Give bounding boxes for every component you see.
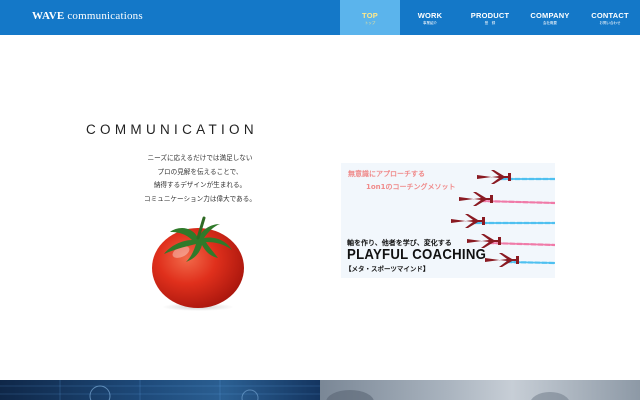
banner-title: PLAYFUL COACHING xyxy=(347,246,487,263)
copy-line: プロの見解を伝えることで、 xyxy=(157,167,243,176)
banner-line1: 無意識にアプローチする xyxy=(348,170,425,178)
logo-text: communications xyxy=(64,10,143,22)
tech-hero-image xyxy=(0,380,320,400)
intro-copy: ニーズに応えるだけでは満足しない プロの見解を伝えることで、 納得するデザインが… xyxy=(120,152,280,206)
nav-label: CONTACT xyxy=(591,11,629,20)
nav-sublabel: お問い合わせ xyxy=(599,21,621,25)
site-logo[interactable]: WAVE communications xyxy=(32,10,143,22)
people-silhouettes xyxy=(326,390,569,400)
nav-item-product[interactable]: PRODUCT 登 録 xyxy=(460,0,520,35)
nav-label: TOP xyxy=(362,11,378,20)
nav-item-work[interactable]: WORK 事業紹介 xyxy=(400,0,460,35)
nav-item-contact[interactable]: CONTACT お問い合わせ xyxy=(580,0,640,35)
nav-sublabel: 登 録 xyxy=(484,21,496,25)
copy-line: ニーズに応えるだけでは満足しない xyxy=(147,154,253,162)
people-hero-image xyxy=(320,380,640,400)
banner-subtitle: 【メタ・スポーツマインド】 xyxy=(345,265,430,273)
copy-line: 納得するデザインが生まれる。 xyxy=(153,181,247,190)
nav-sublabel: 会社概要 xyxy=(543,21,557,25)
tomato-image xyxy=(152,216,244,311)
nav-sublabel: 事業紹介 xyxy=(423,21,437,25)
site-header: WAVE communications TOP トップ WORK 事業紹介 PR… xyxy=(0,0,640,35)
copy-line: コミュニケーション力は偉大である。 xyxy=(144,194,256,203)
nav-label: PRODUCT xyxy=(470,11,510,20)
main-nav: TOP トップ WORK 事業紹介 PRODUCT 登 録 COMPANY 会社… xyxy=(340,0,640,35)
section-headline: COMMUNICATION xyxy=(86,122,258,137)
nav-item-top[interactable]: TOP トップ xyxy=(340,0,400,35)
nav-label: WORK xyxy=(417,11,443,20)
nav-item-company[interactable]: COMPANY 会社概要 xyxy=(520,0,580,35)
banner-line2: 1on1のコーチングメソット xyxy=(366,183,456,191)
nav-label: COMPANY xyxy=(530,11,570,20)
tech-grid-pattern xyxy=(0,380,320,400)
playful-coaching-banner[interactable]: 無意識にアプローチする 1on1のコーチングメソット 軸を作り、他者を学び、変化… xyxy=(341,163,555,278)
logo-wave: WAVE xyxy=(32,10,65,22)
nav-sublabel: トップ xyxy=(364,21,376,25)
